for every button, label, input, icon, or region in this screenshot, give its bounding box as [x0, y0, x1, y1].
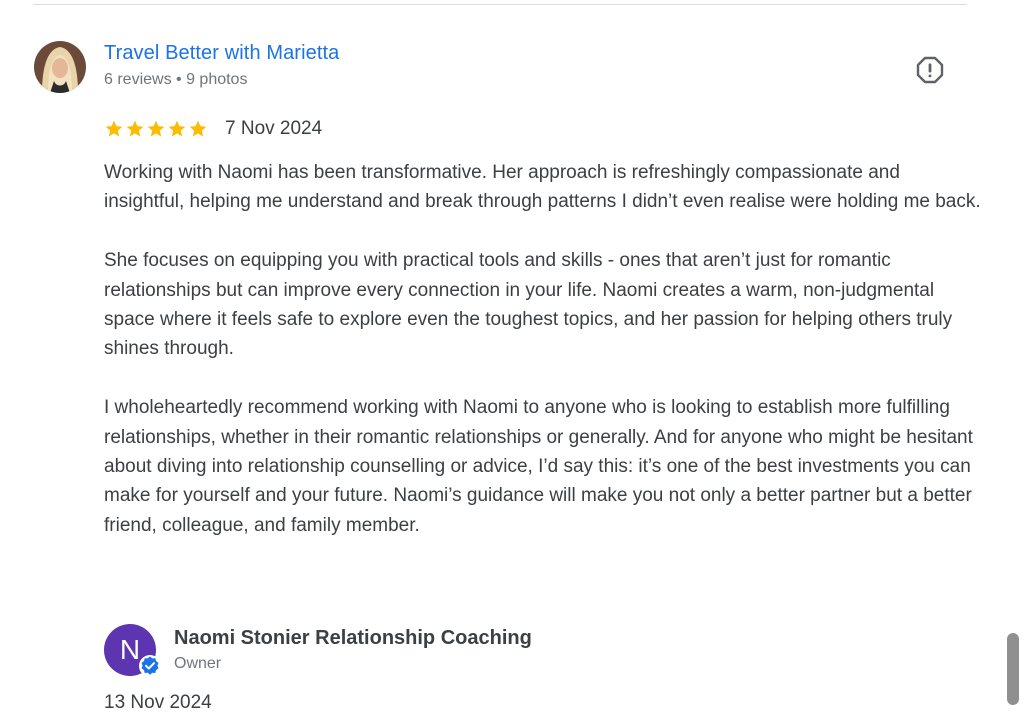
review-paragraph: She focuses on equipping you with practi…: [104, 250, 953, 360]
review-text: Working with Naomi has been transformati…: [104, 158, 984, 570]
star-icon: [189, 120, 207, 137]
owner-name: Naomi Stonier Relationship Coaching: [174, 627, 532, 649]
star-icon: [147, 120, 165, 137]
rating-row: 7 Nov 2024: [104, 116, 322, 142]
star-icon: [126, 120, 144, 137]
scrollbar-thumb[interactable]: [1007, 633, 1019, 705]
star-rating: [104, 119, 208, 139]
review-paragraph: Working with Naomi has been transformati…: [104, 162, 981, 213]
owner-role: Owner: [174, 655, 222, 672]
verified-check-icon: [138, 654, 162, 678]
review-card: Travel Better with Marietta 6 reviews • …: [0, 0, 1024, 719]
review-paragraph: I wholeheartedly recommend working with …: [104, 397, 973, 536]
owner-response-date: 13 Nov 2024: [104, 692, 212, 713]
review-date: 7 Nov 2024: [225, 118, 323, 139]
reviewer-meta: 6 reviews • 9 photos: [104, 71, 248, 88]
reviewer-name-link[interactable]: Travel Better with Marietta: [104, 42, 339, 65]
star-icon: [168, 120, 186, 137]
reviewer-avatar[interactable]: [34, 41, 86, 93]
star-icon: [105, 120, 123, 137]
divider: [33, 4, 967, 5]
report-flag-icon[interactable]: [915, 55, 945, 85]
reviewer-photo: [34, 41, 86, 93]
